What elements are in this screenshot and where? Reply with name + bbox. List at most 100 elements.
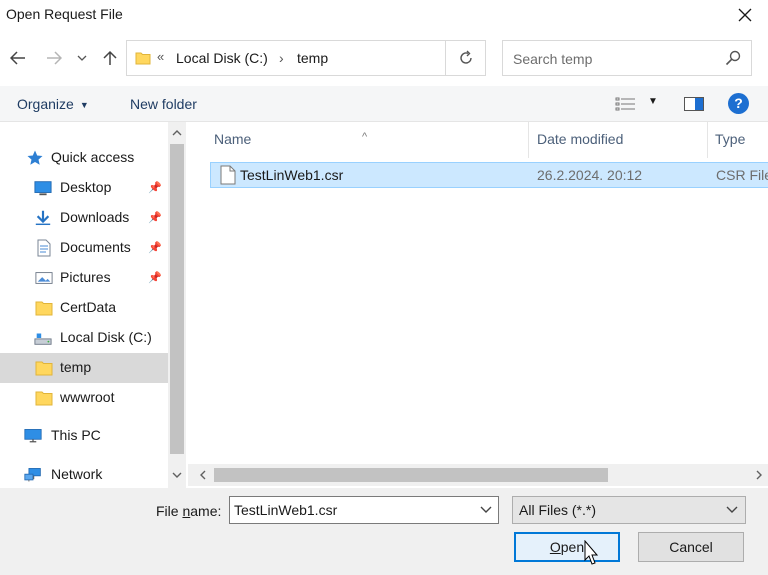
pin-icon[interactable]: 📌	[148, 181, 162, 194]
refresh-button[interactable]	[446, 40, 486, 76]
file-type: CSR File	[716, 167, 768, 183]
file-name-combobox[interactable]	[229, 496, 499, 524]
file-name-label: File name:	[156, 503, 222, 519]
column-header-name[interactable]: Name ^	[188, 122, 528, 158]
scrollbar-thumb[interactable]	[170, 144, 184, 454]
back-button[interactable]	[6, 46, 30, 70]
nav-label: Quick access	[51, 149, 135, 165]
nav-local-disk[interactable]: Local Disk (C:)	[0, 323, 168, 353]
nav-label: Pictures	[60, 269, 111, 285]
network-icon	[24, 468, 41, 482]
arrow-left-icon	[10, 51, 25, 65]
column-label: Type	[715, 131, 746, 147]
nav-label: Documents	[60, 239, 131, 255]
search-input[interactable]	[513, 49, 713, 69]
pictures-icon	[35, 272, 53, 284]
nav-pictures[interactable]: Pictures 📌	[0, 263, 168, 293]
view-dropdown-icon[interactable]: ▼	[648, 96, 658, 107]
open-button[interactable]: Open	[514, 532, 620, 562]
nav-label: This PC	[51, 427, 101, 443]
caret-down-icon: ▼	[79, 100, 89, 110]
chevron-left-icon[interactable]	[194, 464, 212, 486]
nav-network[interactable]: Network	[0, 460, 168, 490]
cancel-button[interactable]: Cancel	[638, 532, 744, 562]
horizontal-scrollbar[interactable]	[188, 464, 768, 486]
nav-label: temp	[60, 359, 92, 375]
help-icon[interactable]: ?	[728, 93, 749, 114]
column-header-date[interactable]: Date modified	[529, 122, 707, 158]
up-button[interactable]	[98, 46, 122, 70]
nav-label: CertData	[60, 299, 117, 315]
file-date: 26.2.2024. 20:12	[537, 167, 643, 183]
details-view-icon[interactable]	[615, 96, 637, 112]
mouse-cursor-icon	[584, 540, 598, 565]
chevron-down-icon	[480, 506, 492, 513]
search-icon	[725, 50, 741, 66]
file-icon	[220, 165, 236, 185]
command-bar: Organize ▼ New folder ▼ ?	[0, 86, 768, 122]
nav-wwwroot[interactable]: wwwroot	[0, 383, 168, 413]
computer-icon	[24, 429, 42, 443]
address-bar[interactable]: « Local Disk (C:) › temp	[126, 40, 555, 76]
organize-label: Organize	[17, 96, 74, 112]
folder-icon	[135, 52, 151, 65]
desktop-icon	[34, 181, 52, 196]
navigation-pane: Quick access Desktop 📌 Downloads 📌 Docum…	[0, 122, 188, 488]
breadcrumb-separator[interactable]: ›	[279, 50, 284, 66]
breadcrumb-local-disk[interactable]: Local Disk (C:)	[176, 50, 268, 66]
nav-downloads[interactable]: Downloads 📌	[0, 203, 168, 233]
chevron-down-icon	[726, 506, 738, 513]
new-folder-button[interactable]: New folder	[130, 96, 197, 112]
pin-icon[interactable]: 📌	[148, 271, 162, 284]
file-type-select[interactable]: All Files (*.*)	[512, 496, 746, 524]
nav-scrollbar[interactable]	[168, 122, 186, 488]
download-icon	[35, 210, 51, 226]
drive-icon	[34, 333, 52, 345]
nav-documents[interactable]: Documents 📌	[0, 233, 168, 263]
close-button[interactable]	[722, 0, 768, 30]
preview-pane-icon[interactable]	[684, 97, 704, 111]
nav-label: Local Disk (C:)	[60, 329, 152, 345]
column-header-type[interactable]: Type	[708, 122, 768, 158]
refresh-icon	[459, 50, 472, 64]
file-name-input[interactable]	[234, 501, 474, 519]
pin-icon[interactable]: 📌	[148, 241, 162, 254]
column-label: Name	[214, 131, 252, 147]
forward-button[interactable]	[42, 46, 66, 70]
nav-desktop[interactable]: Desktop 📌	[0, 173, 168, 203]
nav-label: Downloads	[60, 209, 130, 225]
arrow-right-icon	[47, 51, 62, 65]
pin-icon[interactable]: 📌	[148, 211, 162, 224]
dialog-footer: File name: All Files (*.*) Open Cancel	[0, 488, 768, 575]
folder-icon	[35, 301, 53, 316]
nav-quick-access[interactable]: Quick access	[0, 143, 168, 173]
file-name: TestLinWeb1.csr	[240, 167, 344, 183]
title-bar: Open Request File	[0, 0, 768, 30]
folder-icon	[35, 391, 53, 406]
file-type-value: All Files (*.*)	[519, 502, 597, 518]
chevron-up-icon[interactable]	[168, 124, 186, 142]
file-row[interactable]: TestLinWeb1.csr 26.2.2024. 20:12 CSR Fil…	[210, 162, 768, 188]
nav-this-pc[interactable]: This PC	[0, 421, 168, 451]
close-icon	[738, 8, 752, 22]
nav-label: Network	[51, 466, 103, 482]
recent-locations-button[interactable]	[74, 46, 90, 70]
file-list: Name ^ Date modified Type TestLinWeb1.cs…	[188, 122, 768, 488]
arrow-up-icon	[103, 50, 117, 65]
search-box[interactable]	[502, 40, 752, 76]
folder-icon	[35, 361, 53, 376]
chevron-down-icon	[77, 55, 87, 61]
address-row: « Local Disk (C:) › temp	[0, 38, 768, 78]
scrollbar-thumb[interactable]	[214, 468, 608, 482]
breadcrumb-temp[interactable]: temp	[297, 50, 328, 66]
nav-label: wwwroot	[60, 389, 115, 405]
organize-button[interactable]: Organize ▼	[17, 96, 89, 112]
chevron-down-icon[interactable]	[168, 466, 186, 484]
nav-certdata[interactable]: CertData	[0, 293, 168, 323]
address-overflow-chevron[interactable]: «	[157, 49, 164, 64]
column-label: Date modified	[537, 131, 624, 147]
star-icon	[27, 150, 43, 165]
nav-temp[interactable]: temp	[0, 353, 168, 383]
window-title: Open Request File	[6, 6, 123, 22]
chevron-right-icon[interactable]	[750, 464, 768, 486]
